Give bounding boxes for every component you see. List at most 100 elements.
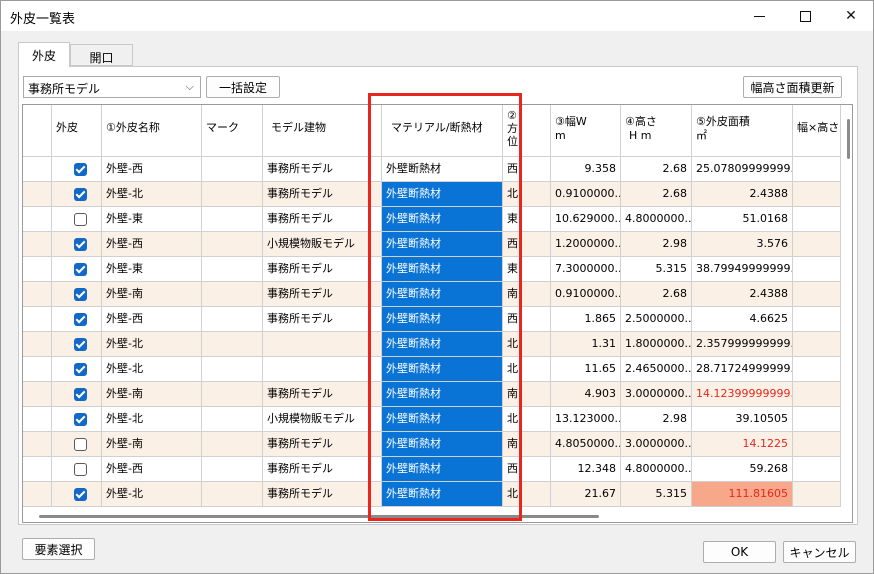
checkbox-checked-icon[interactable] bbox=[74, 488, 87, 501]
cell-model[interactable]: 事務所モデル bbox=[263, 207, 382, 232]
cell-mark[interactable] bbox=[202, 382, 263, 407]
cell-width[interactable]: 11.65 bbox=[551, 357, 621, 382]
row-selector[interactable] bbox=[23, 232, 52, 257]
cell-mark[interactable] bbox=[202, 207, 263, 232]
gaihi-checkbox-cell[interactable] bbox=[52, 157, 102, 182]
close-button[interactable]: ✕ bbox=[828, 1, 874, 31]
gaihi-checkbox-cell[interactable] bbox=[52, 407, 102, 432]
header-area[interactable]: ⑤外皮面積 ㎡ bbox=[692, 105, 793, 157]
cell-mark[interactable] bbox=[202, 432, 263, 457]
gaihi-checkbox-cell[interactable] bbox=[52, 357, 102, 382]
row-selector[interactable] bbox=[23, 207, 52, 232]
cell-area[interactable]: 51.0168 bbox=[692, 207, 793, 232]
cell-width-height[interactable] bbox=[793, 407, 841, 432]
cell-name[interactable]: 外壁-北 bbox=[102, 407, 202, 432]
cell-model[interactable] bbox=[263, 332, 382, 357]
ok-button[interactable]: OK bbox=[703, 541, 776, 563]
cell-model[interactable]: 小規模物販モデル bbox=[263, 407, 382, 432]
cell-model[interactable]: 事務所モデル bbox=[263, 182, 382, 207]
checkbox-checked-icon[interactable] bbox=[74, 388, 87, 401]
cell-model[interactable]: 事務所モデル bbox=[263, 282, 382, 307]
header-height[interactable]: ④高さ H m bbox=[621, 105, 692, 157]
cell-name[interactable]: 外壁-南 bbox=[102, 432, 202, 457]
cell-area[interactable]: 25.07809999999... bbox=[692, 157, 793, 182]
gaihi-checkbox-cell[interactable] bbox=[52, 332, 102, 357]
gaihi-checkbox-cell[interactable] bbox=[52, 282, 102, 307]
cell-width[interactable]: 1.31 bbox=[551, 332, 621, 357]
cell-name[interactable]: 外壁-南 bbox=[102, 282, 202, 307]
cell-height[interactable]: 5.315 bbox=[621, 257, 692, 282]
cell-width[interactable]: 12.348 bbox=[551, 457, 621, 482]
cell-name[interactable]: 外壁-北 bbox=[102, 332, 202, 357]
cell-mark[interactable] bbox=[202, 482, 263, 507]
cell-model[interactable]: 事務所モデル bbox=[263, 432, 382, 457]
cell-height[interactable]: 2.68 bbox=[621, 182, 692, 207]
checkbox-checked-icon[interactable] bbox=[74, 163, 87, 176]
cell-mark[interactable] bbox=[202, 282, 263, 307]
cell-area[interactable]: 2.4388 bbox=[692, 182, 793, 207]
cell-name[interactable]: 外壁-西 bbox=[102, 157, 202, 182]
gaihi-checkbox-cell[interactable] bbox=[52, 257, 102, 282]
cell-model[interactable]: 事務所モデル bbox=[263, 157, 382, 182]
cell-area[interactable]: 28.71724999999... bbox=[692, 357, 793, 382]
cell-name[interactable]: 外壁-西 bbox=[102, 307, 202, 332]
checkbox-unchecked-icon[interactable] bbox=[74, 463, 87, 476]
cell-model[interactable]: 事務所モデル bbox=[263, 382, 382, 407]
cell-width[interactable]: 7.3000000... bbox=[551, 257, 621, 282]
cell-model[interactable]: 事務所モデル bbox=[263, 307, 382, 332]
cell-name[interactable]: 外壁-北 bbox=[102, 357, 202, 382]
cell-width-height[interactable] bbox=[793, 457, 841, 482]
maximize-button[interactable] bbox=[782, 1, 828, 31]
cell-model[interactable] bbox=[263, 357, 382, 382]
cell-width-height[interactable] bbox=[793, 232, 841, 257]
cell-model[interactable]: 事務所モデル bbox=[263, 257, 382, 282]
cell-area[interactable]: 14.1225 bbox=[692, 432, 793, 457]
cell-width-height[interactable] bbox=[793, 282, 841, 307]
tab-gaihi[interactable]: 外皮 bbox=[18, 42, 70, 67]
cell-width-height[interactable] bbox=[793, 332, 841, 357]
header-width[interactable]: ③幅W m bbox=[551, 105, 621, 157]
cell-area[interactable]: 111.81605 bbox=[692, 482, 793, 507]
cell-mark[interactable] bbox=[202, 307, 263, 332]
cell-width[interactable]: 4.903 bbox=[551, 382, 621, 407]
checkbox-unchecked-icon[interactable] bbox=[74, 438, 87, 451]
cell-name[interactable]: 外壁-西 bbox=[102, 232, 202, 257]
cell-area[interactable]: 59.268 bbox=[692, 457, 793, 482]
cell-name[interactable]: 外壁-西 bbox=[102, 457, 202, 482]
cell-mark[interactable] bbox=[202, 232, 263, 257]
row-selector[interactable] bbox=[23, 407, 52, 432]
gaihi-checkbox-cell[interactable] bbox=[52, 207, 102, 232]
header-width-height[interactable]: 幅×高さ bbox=[793, 105, 841, 157]
cell-area[interactable]: 39.10505 bbox=[692, 407, 793, 432]
row-selector[interactable] bbox=[23, 357, 52, 382]
header-name[interactable]: ①外皮名称 bbox=[102, 105, 202, 157]
row-selector[interactable] bbox=[23, 432, 52, 457]
cell-width-height[interactable] bbox=[793, 382, 841, 407]
gaihi-checkbox-cell[interactable] bbox=[52, 382, 102, 407]
cell-model[interactable]: 小規模物販モデル bbox=[263, 232, 382, 257]
row-selector[interactable] bbox=[23, 257, 52, 282]
cell-mark[interactable] bbox=[202, 332, 263, 357]
cell-width[interactable]: 4.8050000... bbox=[551, 432, 621, 457]
row-selector[interactable] bbox=[23, 307, 52, 332]
cell-width-height[interactable] bbox=[793, 357, 841, 382]
checkbox-checked-icon[interactable] bbox=[74, 313, 87, 326]
cell-name[interactable]: 外壁-北 bbox=[102, 182, 202, 207]
cell-area[interactable]: 14.12399999999... bbox=[692, 382, 793, 407]
cell-area[interactable]: 4.6625 bbox=[692, 307, 793, 332]
row-selector[interactable] bbox=[23, 482, 52, 507]
cell-height[interactable]: 2.68 bbox=[621, 157, 692, 182]
cell-mark[interactable] bbox=[202, 157, 263, 182]
cell-width[interactable]: 1.865 bbox=[551, 307, 621, 332]
cell-mark[interactable] bbox=[202, 182, 263, 207]
cell-name[interactable]: 外壁-東 bbox=[102, 207, 202, 232]
cell-name[interactable]: 外壁-北 bbox=[102, 482, 202, 507]
cell-width[interactable]: 9.358 bbox=[551, 157, 621, 182]
cell-mark[interactable] bbox=[202, 457, 263, 482]
row-selector[interactable] bbox=[23, 182, 52, 207]
cell-width-height[interactable] bbox=[793, 257, 841, 282]
cell-height[interactable]: 2.4650000... bbox=[621, 357, 692, 382]
tab-kaikou[interactable]: 開口 bbox=[70, 44, 133, 66]
model-select[interactable]: 事務所モデル ⌵ bbox=[23, 76, 201, 98]
checkbox-checked-icon[interactable] bbox=[74, 363, 87, 376]
